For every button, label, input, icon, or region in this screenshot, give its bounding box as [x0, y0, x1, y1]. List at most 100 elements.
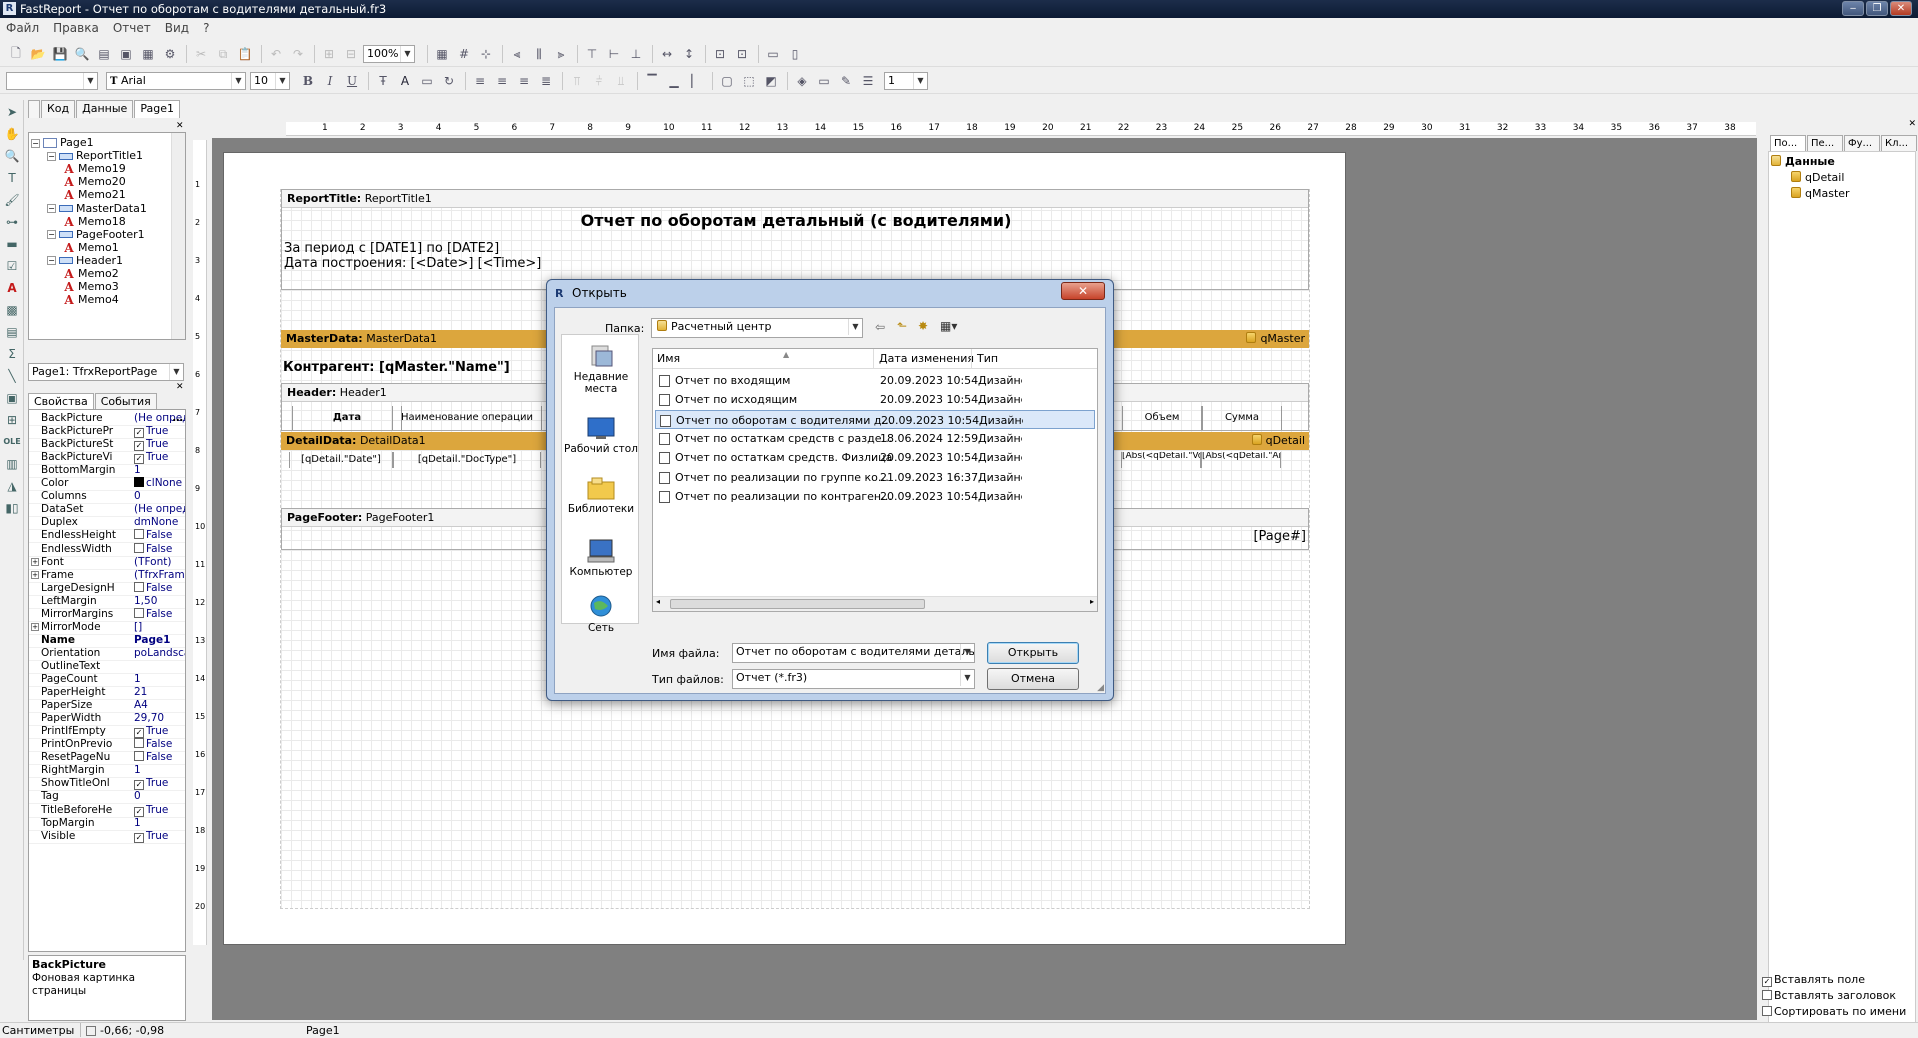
- font-color-icon[interactable]: A: [395, 71, 415, 91]
- cancel-button[interactable]: Отмена: [987, 668, 1079, 690]
- page-settings-icon[interactable]: ⚙: [160, 44, 180, 64]
- menu-item[interactable]: Файл: [6, 21, 39, 35]
- tab-0[interactable]: Код: [41, 100, 76, 118]
- dataset-node[interactable]: qDetail: [1791, 170, 1844, 186]
- picture-tool-icon[interactable]: ▩: [2, 300, 22, 320]
- property-row[interactable]: Visible ✓ True: [29, 828, 185, 844]
- back-icon[interactable]: ⇦: [875, 320, 885, 334]
- fit-to-grid-icon[interactable]: ⊹: [476, 44, 496, 64]
- text-tool-icon[interactable]: T: [2, 168, 22, 188]
- font-size-select[interactable]: 10 ▼: [250, 72, 290, 90]
- line-style-icon[interactable]: ☰: [858, 71, 878, 91]
- option-checkbox[interactable]: ✓ Вставлять поле: [1762, 972, 1906, 988]
- fill-color-icon[interactable]: ◈: [792, 71, 812, 91]
- data-tree-tab[interactable]: Фу...: [1844, 135, 1880, 151]
- new-report-icon[interactable]: 🗋: [6, 44, 26, 64]
- menu-item[interactable]: Правка: [53, 21, 99, 35]
- expand-toggle-icon[interactable]: −: [47, 230, 56, 240]
- open-icon[interactable]: 📂: [28, 44, 48, 64]
- ungroup-icon[interactable]: ⊟: [341, 44, 361, 64]
- cross-band-icon[interactable]: ▬: [2, 234, 22, 254]
- menu-item[interactable]: ?: [203, 21, 209, 35]
- column-type[interactable]: Тип: [977, 349, 998, 369]
- file-row[interactable]: Отчет по оборотам с водителями детальн..…: [655, 409, 1095, 429]
- header-cell-date[interactable]: Дата: [292, 406, 402, 430]
- cut-icon[interactable]: ✂: [191, 44, 211, 64]
- checkbox-icon[interactable]: [134, 738, 144, 749]
- valign-middle-icon[interactable]: ⫩: [589, 71, 609, 91]
- space-v-icon[interactable]: ↕: [679, 44, 699, 64]
- shadow-icon[interactable]: ◩: [761, 71, 781, 91]
- build-date-text[interactable]: Дата построения: [<Date>] [<Time>]: [284, 256, 541, 271]
- minimize-button[interactable]: ‒: [1842, 1, 1864, 16]
- resize-grip-icon[interactable]: ◢: [1097, 683, 1104, 693]
- place-desktop[interactable]: Рабочий стол: [562, 415, 640, 455]
- align-left-icon[interactable]: ⫷: [507, 44, 527, 64]
- group-icon[interactable]: ⊞: [319, 44, 339, 64]
- text-align-left-icon[interactable]: ≡: [470, 71, 490, 91]
- column-name[interactable]: Имя: [657, 349, 680, 369]
- inspector-tab[interactable]: Свойства: [28, 393, 94, 410]
- redo-icon[interactable]: ↷: [288, 44, 308, 64]
- checkbox-icon[interactable]: [134, 542, 144, 553]
- align-to-grid-icon[interactable]: #: [454, 44, 474, 64]
- expand-toggle-icon[interactable]: −: [47, 256, 56, 266]
- bold-icon[interactable]: B: [298, 71, 318, 91]
- ole-tool-icon[interactable]: OLE: [2, 432, 22, 452]
- dialog-close-button[interactable]: ✕: [1061, 282, 1105, 300]
- object-selector[interactable]: Page1: TfrxReportPage ▼: [28, 363, 184, 381]
- hand-tool-icon[interactable]: ✋: [2, 124, 22, 144]
- report-title-text[interactable]: Отчет по оборотам детальный (с водителям…: [282, 211, 1310, 230]
- barcode-tool-icon[interactable]: ▮▯: [2, 498, 22, 518]
- scroll-thumb[interactable]: [670, 599, 925, 609]
- frame-color-icon[interactable]: ▭: [814, 71, 834, 91]
- checkbox-icon[interactable]: ✓: [1762, 977, 1772, 987]
- checkbox-icon[interactable]: [134, 529, 144, 540]
- header-cell-operation[interactable]: Наименование операции: [392, 406, 542, 430]
- report-title-band[interactable]: ReportTitle: ReportTitle1 Отчет по оборо…: [281, 189, 1309, 290]
- data-root-node[interactable]: Данные: [1771, 154, 1835, 170]
- file-row[interactable]: Отчет по входящим 20.09.2023 10:54Дизайне…: [655, 371, 1095, 390]
- same-width-icon[interactable]: ▭: [763, 44, 783, 64]
- new-page-icon[interactable]: ▤: [94, 44, 114, 64]
- expand-toggle-icon[interactable]: +: [31, 557, 39, 566]
- file-row[interactable]: Отчет по остаткам средств с раздельным .…: [655, 429, 1095, 448]
- file-row[interactable]: Отчет по остаткам средств. Физлица 20.09.…: [655, 448, 1095, 467]
- space-h-icon[interactable]: ↔: [657, 44, 677, 64]
- up-folder-icon[interactable]: ⬑: [897, 319, 907, 333]
- chart-tool-icon[interactable]: ▥: [2, 454, 22, 474]
- property-value[interactable]: ✓ True: [134, 828, 185, 843]
- file-row[interactable]: Отчет по исходящим 20.09.2023 10:54 Дизайн…: [655, 390, 1095, 409]
- zoom-select[interactable]: 100% ▼: [363, 45, 415, 63]
- line-tool-icon[interactable]: ╲: [2, 366, 22, 386]
- copy-icon[interactable]: ⧉: [213, 44, 233, 64]
- data-tree-tab[interactable]: Пе...: [1807, 135, 1843, 151]
- page-number-text[interactable]: [Page#]: [1253, 529, 1306, 544]
- view-menu-icon[interactable]: ▦▾: [940, 319, 957, 333]
- checkbox-icon[interactable]: [134, 751, 144, 762]
- filetype-select[interactable]: Отчет (*.fr3) ▼: [732, 669, 975, 689]
- frame-all-icon[interactable]: ▢: [717, 71, 737, 91]
- place-libraries[interactable]: Библиотеки: [562, 475, 640, 515]
- option-checkbox[interactable]: Вставлять заголовок: [1762, 988, 1906, 1004]
- align-top-icon[interactable]: ⊤: [582, 44, 602, 64]
- header-cell-amount[interactable]: Сумма: [1202, 406, 1282, 430]
- detail-cell-amount[interactable]: [Abs(<qDetail."Amount">)]: [1201, 452, 1281, 468]
- text-align-right-icon[interactable]: ≡: [514, 71, 534, 91]
- rotation-icon[interactable]: ↻: [439, 71, 459, 91]
- shape-tool-icon[interactable]: ▣: [2, 388, 22, 408]
- expand-toggle-icon[interactable]: +: [31, 622, 39, 631]
- contragent-text[interactable]: Контрагент: [qMaster."Name"]: [283, 360, 510, 375]
- expand-toggle-icon[interactable]: −: [31, 138, 40, 148]
- font-name-select[interactable]: T Arial ▼: [106, 72, 246, 90]
- file-list-hscrollbar[interactable]: ◂ ▸: [653, 596, 1097, 611]
- select-tool-icon[interactable]: ➤: [2, 102, 22, 122]
- crosstab-tool-icon[interactable]: ⊞: [2, 410, 22, 430]
- delete-page-icon[interactable]: ▦: [138, 44, 158, 64]
- tab-2[interactable]: Page1: [134, 100, 180, 118]
- align-center-h-icon[interactable]: ⫼: [529, 44, 549, 64]
- frame-style-icon[interactable]: ✎: [836, 71, 856, 91]
- text-justify-icon[interactable]: ≣: [536, 71, 556, 91]
- valign-top-icon[interactable]: ⫪: [567, 71, 587, 91]
- frame-bottom-icon[interactable]: ▁: [664, 71, 684, 91]
